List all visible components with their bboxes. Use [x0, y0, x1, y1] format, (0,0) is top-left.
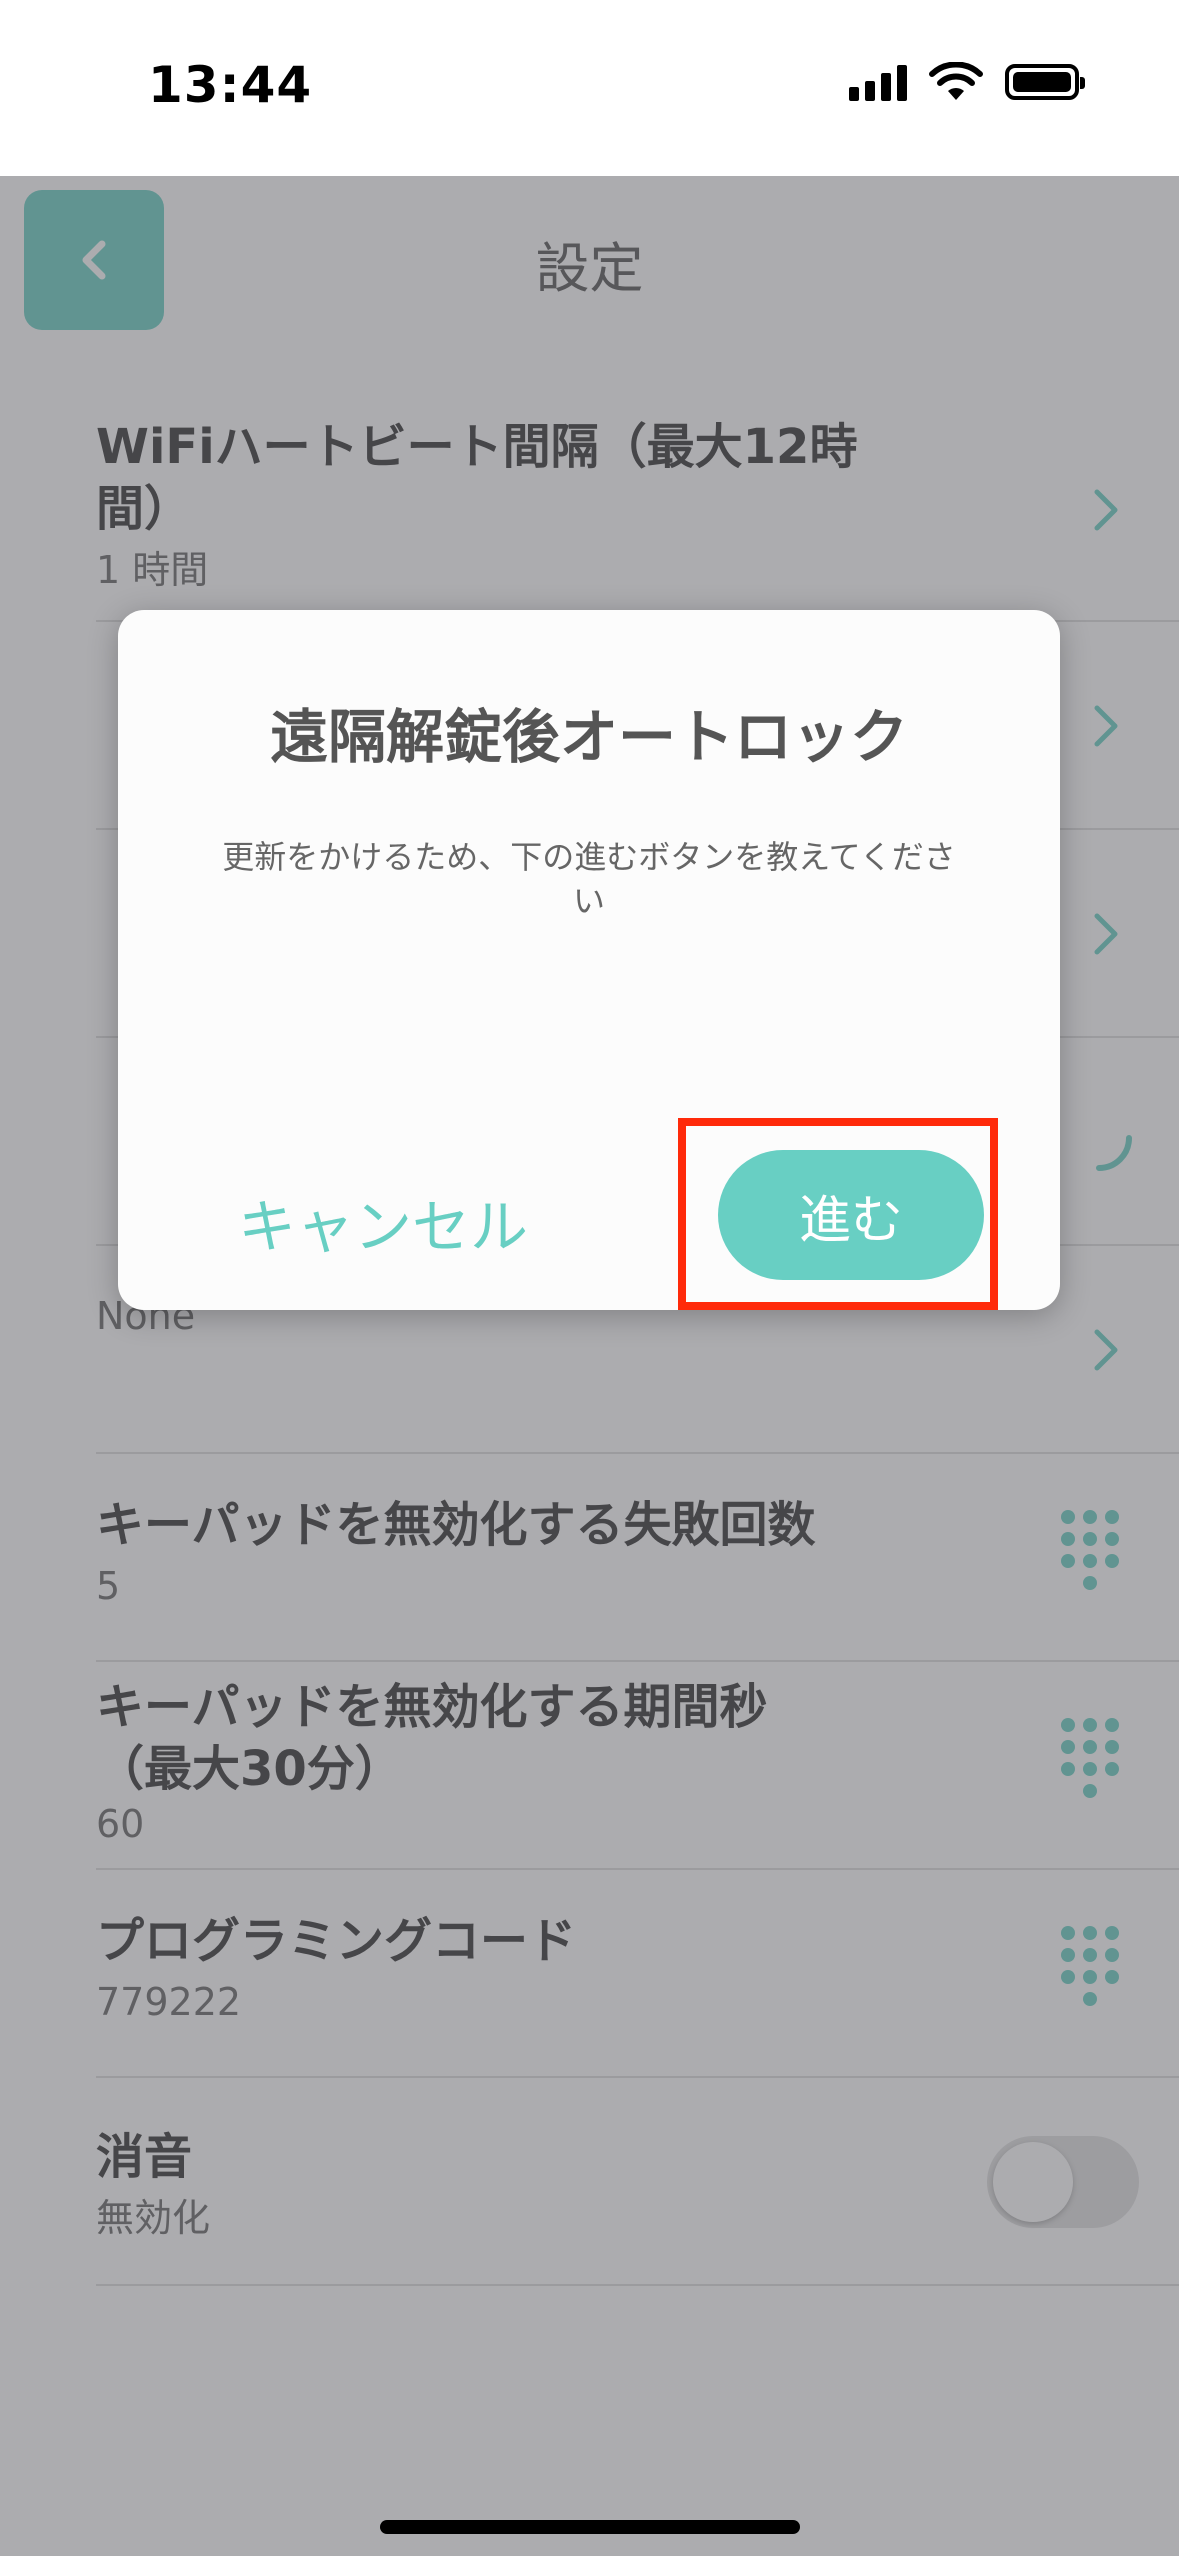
cellular-signal-icon: [849, 63, 907, 101]
dialog-message: 更新をかけるため、下の進むボタンを教えてください: [222, 838, 956, 920]
wifi-icon: [929, 62, 983, 100]
cancel-button[interactable]: キャンセル: [238, 1180, 528, 1264]
status-icons: [849, 62, 1085, 102]
dialog-title: 遠隔解錠後オートロック: [269, 703, 908, 771]
status-bar: 13:44: [0, 0, 1179, 176]
status-time: 13:44: [148, 56, 313, 114]
modal-overlay[interactable]: [0, 176, 1179, 2556]
home-indicator: [380, 2520, 800, 2534]
battery-icon: [1005, 64, 1085, 100]
highlight-frame: [678, 1118, 998, 1310]
